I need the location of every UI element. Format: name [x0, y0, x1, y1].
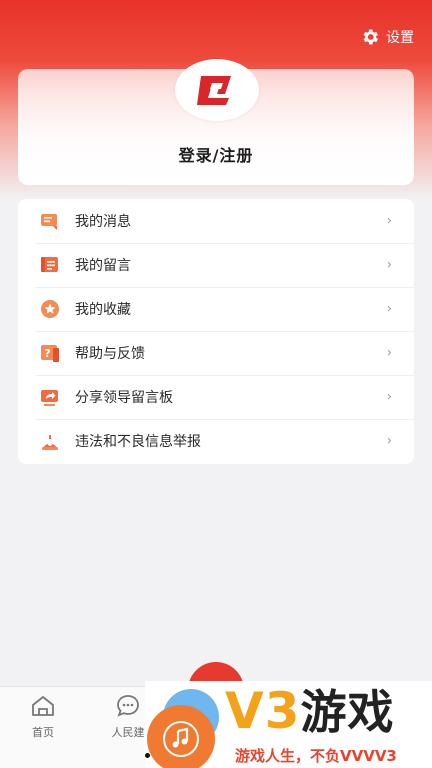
watermark-overlay: V3游戏 游戏人生，不负VVVV3 [145, 681, 432, 768]
tab-label: 人民建 [111, 726, 145, 739]
chevron-right-icon: › [386, 345, 392, 361]
chat-icon [117, 695, 139, 717]
menu-item-label: 分享领导留言板 [75, 390, 173, 406]
share-icon [41, 390, 58, 406]
watermark-title-v3: V3 [225, 682, 301, 740]
menu-item-messages[interactable]: 我的消息 › [18, 199, 414, 243]
watermark-dot [145, 753, 150, 758]
avatar[interactable] [175, 59, 259, 121]
menu-item-report[interactable]: 违法和不良信息举报 › [18, 419, 414, 463]
message-icon [41, 214, 57, 230]
help-icon: ? [41, 345, 59, 362]
menu-item-label: 我的收藏 [75, 302, 131, 318]
tab-home[interactable]: 首页 [13, 693, 73, 740]
star-icon [41, 300, 59, 318]
home-icon [32, 696, 54, 716]
menu-item-help-feedback[interactable]: ? 帮助与反馈 › [18, 331, 414, 375]
menu-item-label: 我的消息 [75, 214, 131, 230]
chevron-right-icon: › [386, 301, 392, 317]
menu-item-label: 我的留言 [75, 258, 131, 274]
login-register-link[interactable]: 登录/注册 [18, 142, 414, 166]
watermark-slogan: 游戏人生，不负VVVV3 [235, 747, 397, 765]
report-icon [42, 435, 58, 450]
tab-label: 首页 [32, 726, 54, 739]
svg-text:?: ? [44, 347, 50, 360]
settings-button[interactable]: 设置 [360, 26, 414, 48]
menu-list: 我的消息 › 我的留言 › 我的收藏 › ? 帮助与反馈 › 分享领导留言板 ›… [18, 199, 414, 464]
settings-label: 设置 [386, 30, 414, 46]
app-logo-icon [197, 76, 231, 105]
chevron-right-icon: › [386, 389, 392, 405]
watermark-title-rest: 游戏 [300, 685, 395, 739]
music-note-icon [163, 721, 199, 757]
menu-item-share[interactable]: 分享领导留言板 › [18, 375, 414, 419]
chevron-right-icon: › [386, 433, 392, 449]
watermark-logo-icon [147, 705, 215, 768]
menu-item-comments[interactable]: 我的留言 › [18, 243, 414, 287]
profile-card[interactable]: 登录/注册 [18, 59, 414, 185]
chevron-right-icon: › [386, 257, 392, 273]
menu-item-label: 帮助与反馈 [75, 346, 145, 362]
gear-icon [363, 29, 378, 45]
chevron-right-icon: › [386, 213, 392, 229]
comment-icon [41, 257, 58, 272]
watermark-title: V3游戏 [225, 681, 395, 741]
menu-item-label: 违法和不良信息举报 [75, 434, 201, 450]
menu-item-favorites[interactable]: 我的收藏 › [18, 287, 414, 331]
